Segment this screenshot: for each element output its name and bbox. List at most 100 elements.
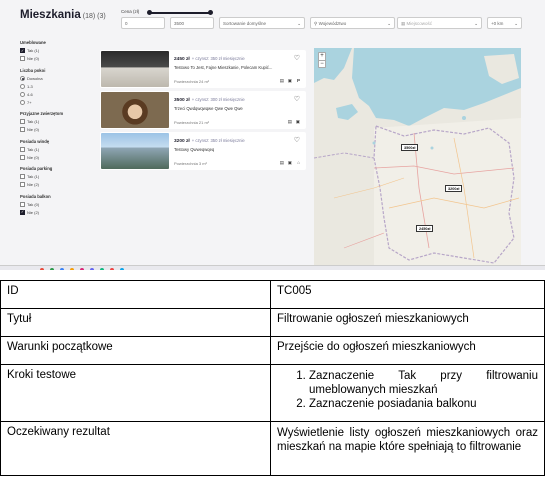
page-title: Mieszkania (18) (3): [20, 9, 106, 21]
zoom-in-button[interactable]: +: [319, 53, 325, 60]
taskbar-app-icon[interactable]: [100, 267, 104, 270]
taskbar-app-icon[interactable]: [50, 267, 54, 270]
price-range-slider[interactable]: [147, 10, 213, 15]
table-value: Wyświetlenie listy ogłoszeń mieszkaniowy…: [270, 421, 545, 476]
table-row: Oczekiwany rezultat Wyświetlenie listy o…: [0, 421, 545, 476]
list-item: Zaznaczenie posiadania balkonu: [309, 397, 538, 411]
filter-option[interactable]: Nie (0): [20, 55, 90, 63]
price-max-input[interactable]: 3500: [170, 17, 214, 29]
checkbox[interactable]: [20, 174, 25, 179]
filter-option[interactable]: Nie (0): [20, 153, 90, 161]
filter-furnished: Umeblowane ✓ Tak (1) Nie (0): [20, 40, 90, 63]
sort-select[interactable]: Sortowanie domyślne ⌄: [219, 17, 305, 29]
checkbox[interactable]: [20, 146, 25, 152]
zoom-out-button[interactable]: −: [319, 60, 325, 67]
radio[interactable]: [20, 91, 25, 97]
filter-option[interactable]: Tak (1): [20, 118, 90, 126]
map-price-marker[interactable]: 3200zł: [445, 185, 463, 192]
building-icon: ▦: [401, 21, 406, 26]
elevator-icon: ▣: [287, 78, 292, 83]
table-row: ID TC005: [0, 280, 545, 309]
filter-option[interactable]: 4-6: [20, 90, 90, 98]
checkbox[interactable]: [20, 201, 25, 207]
location-pin-icon: ⚲: [314, 21, 318, 26]
taskbar-app-icon[interactable]: [80, 267, 84, 270]
voivodeship-select[interactable]: ⚲ Województwo ⌄: [310, 17, 395, 29]
filter-option[interactable]: Nie (0): [20, 126, 90, 134]
checkbox[interactable]: [20, 154, 25, 160]
favorite-heart-icon[interactable]: ♡: [294, 136, 300, 144]
price-min-input[interactable]: 0: [121, 17, 165, 29]
furniture-icon: ▤: [287, 119, 292, 124]
listing-title: Testowo To Jest, Fajne Mieszkanie, Polec…: [174, 65, 273, 70]
table-key: ID: [0, 280, 271, 309]
chevron-down-icon: ⌄: [514, 20, 518, 26]
checkbox[interactable]: [20, 127, 25, 132]
filter-option[interactable]: Dowolna: [20, 74, 90, 82]
price-max-handle[interactable]: [208, 10, 213, 15]
checkbox[interactable]: [20, 56, 25, 61]
furniture-icon: ▤: [279, 160, 284, 165]
chevron-down-icon: ⌄: [297, 20, 301, 26]
checkbox[interactable]: [20, 182, 25, 187]
zoom-control: + −: [318, 52, 326, 68]
filter-option[interactable]: Nie (2): [20, 181, 90, 189]
table-row: Warunki początkowe Przejście do ogłoszeń…: [0, 336, 545, 365]
table-row: Kroki testowe Zaznaczenie Tak przy filtr…: [0, 364, 545, 422]
radius-select[interactable]: +0 km ⌄: [487, 17, 522, 29]
listing-card[interactable]: 3200 zł + czynsz: 350 zł miesięcznie Test…: [100, 132, 306, 170]
filter-option[interactable]: Tak (1): [20, 145, 90, 153]
balcony-icon: ⌂: [297, 160, 300, 165]
checkbox[interactable]: [20, 119, 25, 124]
taskbar-app-icon[interactable]: [110, 267, 114, 270]
price-min-handle[interactable]: [147, 10, 152, 15]
listing-title: Testowy Qwweqwqeq: [174, 147, 215, 152]
filter-option[interactable]: 1-3: [20, 82, 90, 90]
taskbar: [0, 265, 545, 270]
filter-balcony: Posiada balkon Tak (0) ✓ Nie (2): [20, 194, 90, 217]
table-value: Zaznaczenie Tak przy filtrowaniu umeblow…: [270, 364, 545, 422]
checkbox[interactable]: ✓: [20, 48, 25, 53]
map-price-marker[interactable]: 2450zł: [416, 225, 434, 232]
filter-option[interactable]: ✓ Nie (2): [20, 208, 90, 216]
favorite-heart-icon[interactable]: ♡: [294, 54, 300, 62]
filter-parking: Posiada parking Tak (1) Nie (2): [20, 166, 90, 189]
elevator-icon: ▣: [295, 119, 300, 124]
radio[interactable]: [20, 99, 25, 105]
city-select[interactable]: ▦ Miejscowość ⌄: [397, 17, 482, 29]
chevron-down-icon: ⌄: [474, 20, 478, 26]
taskbar-app-icon[interactable]: [60, 267, 64, 270]
taskbar-app-icon[interactable]: [120, 267, 124, 270]
test-case-table: ID TC005 Tytuł Filtrowanie ogłoszeń mies…: [0, 280, 545, 476]
list-item: Zaznaczenie Tak przy filtrowaniu umeblow…: [309, 369, 538, 397]
listing-title: Trzeci Qwdqwqwqwe Qwe Qwe Qwe: [174, 106, 243, 111]
filter-option[interactable]: Tak (0): [20, 200, 90, 208]
map[interactable]: + − 3500zł 3200zł 2450zł: [314, 48, 521, 270]
parking-icon: P: [296, 78, 300, 83]
listing-photo: [101, 92, 169, 128]
filter-elevator: Posiada windę Tak (1) Nie (0): [20, 139, 90, 162]
taskbar-app-icon[interactable]: [90, 267, 94, 270]
favorite-heart-icon[interactable]: ♡: [294, 95, 300, 103]
filters-sidebar: Umeblowane ✓ Tak (1) Nie (0) Liczba pokoi…: [20, 40, 90, 221]
map-price-marker[interactable]: 3500zł: [401, 144, 419, 151]
table-key: Kroki testowe: [0, 364, 271, 422]
checkbox[interactable]: ✓: [20, 209, 25, 215]
radio[interactable]: [20, 75, 25, 81]
table-value: TC005: [270, 280, 545, 309]
radio[interactable]: [20, 83, 25, 89]
table-value: Filtrowanie ogłoszeń mieszkaniowych: [270, 308, 545, 337]
listing-card[interactable]: 2450 zł + czynsz: 350 zł miesięcznie Test…: [100, 50, 306, 88]
listing-area: Powierzchnia 21 m²: [174, 120, 210, 125]
filter-option[interactable]: ✓ Tak (1): [20, 47, 90, 55]
filter-option[interactable]: Tak (1): [20, 173, 90, 181]
table-value: Przejście do ogłoszeń mieszkaniowych: [270, 336, 545, 365]
table-key: Warunki początkowe: [0, 336, 271, 365]
taskbar-app-icon[interactable]: [70, 267, 74, 270]
filter-option[interactable]: 7+: [20, 98, 90, 106]
listing-count: (18) (3): [82, 13, 106, 20]
listing-card[interactable]: 3500 zł + czynsz: 300 zł miesięcznie Trze…: [100, 91, 306, 129]
elevator-icon: ▣: [287, 160, 292, 165]
taskbar-app-icon[interactable]: [40, 267, 44, 270]
test-steps-list: Zaznaczenie Tak przy filtrowaniu umeblow…: [277, 369, 538, 411]
